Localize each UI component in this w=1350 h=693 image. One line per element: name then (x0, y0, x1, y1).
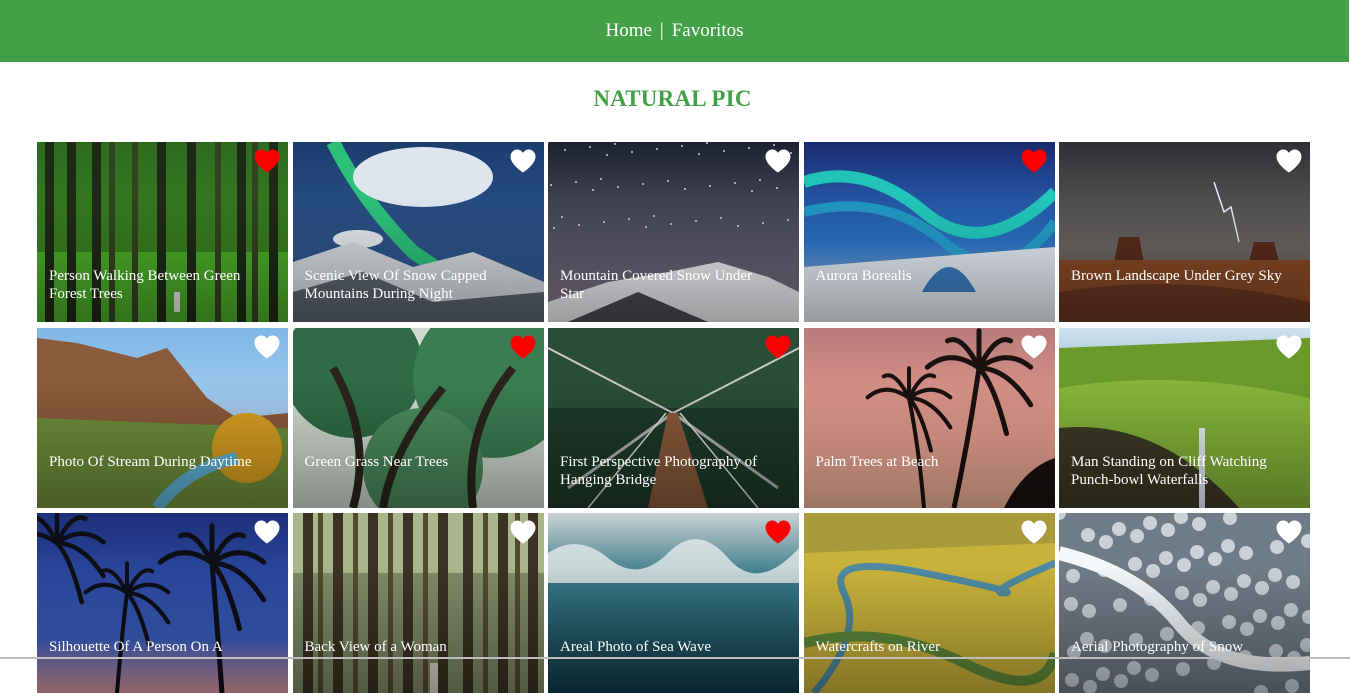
photo-caption: Areal Photo of Sea Wave (560, 639, 711, 655)
photo-card[interactable]: Back View of a Woman (292, 513, 544, 693)
heart-filled-icon[interactable] (764, 334, 792, 360)
photo-caption: Brown Landscape Under Grey Sky (1071, 268, 1282, 284)
photo-image (1059, 513, 1310, 693)
photo-image (1059, 142, 1310, 322)
heart-filled-icon[interactable] (764, 519, 792, 545)
top-navbar: Home | Favoritos (0, 0, 1349, 62)
photo-card[interactable]: Scenic View Of Snow Capped Mountains Dur… (292, 142, 544, 322)
photo-card[interactable]: Photo Of Stream During Daytime (37, 327, 288, 508)
photo-caption: Aurora Borealis (815, 268, 912, 284)
photo-image (803, 327, 1055, 508)
heart-filled-icon[interactable] (1020, 148, 1048, 174)
photo-caption: Mountain Covered Snow Under Star (560, 268, 753, 302)
photo-card[interactable]: Person Walking Between Green Forest Tree… (37, 142, 288, 322)
page-title: NATURAL PIC (593, 86, 752, 111)
heart-icon[interactable] (509, 519, 537, 545)
photo-image (803, 142, 1055, 322)
photo-image (548, 513, 799, 693)
photo-card[interactable]: Man Standing on Cliff Watching Punch-bow… (1059, 327, 1310, 508)
photo-image (803, 513, 1055, 693)
photo-caption: Person Walking Between Green Forest Tree… (49, 268, 241, 302)
heart-icon[interactable] (1275, 148, 1303, 174)
photo-caption: First Perspective Photography of Hanging… (560, 453, 758, 488)
photo-grid: Person Walking Between Green Forest Tree… (37, 142, 1310, 693)
heart-icon[interactable] (1020, 519, 1048, 545)
photo-caption: Palm Trees at Beach (815, 453, 939, 470)
heart-icon[interactable] (764, 148, 792, 174)
photo-caption: Silhouette Of A Person On A (49, 639, 223, 655)
nav-favorites-link[interactable]: Favoritos (672, 20, 744, 42)
photo-image (37, 513, 288, 693)
heart-icon[interactable] (509, 148, 537, 174)
photo-card[interactable]: Aurora Borealis (803, 142, 1055, 322)
photo-card[interactable]: Silhouette Of A Person On A (37, 513, 288, 693)
photo-image (292, 513, 544, 693)
nav-separator: | (659, 20, 664, 41)
heart-icon[interactable] (1275, 519, 1303, 545)
heart-filled-icon[interactable] (509, 334, 537, 360)
heart-icon[interactable] (1275, 334, 1303, 360)
heart-icon[interactable] (253, 519, 281, 545)
photo-card[interactable]: Brown Landscape Under Grey Sky (1059, 142, 1310, 322)
photo-card[interactable]: Mountain Covered Snow Under Star (548, 142, 799, 322)
photo-card[interactable]: Aerial Photography of Snow (1059, 513, 1310, 693)
photo-caption: Scenic View Of Snow Capped Mountains Dur… (304, 268, 487, 302)
photo-caption: Watercrafts on River (815, 639, 941, 655)
photo-caption: Green Grass Near Trees (304, 453, 449, 470)
photo-caption: Aerial Photography of Snow (1071, 639, 1244, 655)
photo-caption: Back View of a Woman (304, 639, 447, 655)
photo-caption: Photo Of Stream During Daytime (49, 453, 252, 470)
nav-home-link[interactable]: Home (605, 20, 651, 42)
photo-image (292, 327, 544, 508)
photo-card[interactable]: Palm Trees at Beach (803, 327, 1055, 508)
photo-card[interactable]: First Perspective Photography of Hanging… (548, 327, 799, 508)
heart-icon[interactable] (1020, 334, 1048, 360)
photo-card[interactable]: Green Grass Near Trees (292, 327, 544, 508)
photo-card[interactable]: Areal Photo of Sea Wave (548, 513, 799, 693)
heart-icon[interactable] (253, 334, 281, 360)
photo-image (37, 327, 288, 508)
heart-filled-icon[interactable] (253, 148, 281, 174)
photo-caption: Man Standing on Cliff Watching Punch-bow… (1071, 453, 1267, 488)
photo-card[interactable]: Watercrafts on River (803, 513, 1055, 693)
